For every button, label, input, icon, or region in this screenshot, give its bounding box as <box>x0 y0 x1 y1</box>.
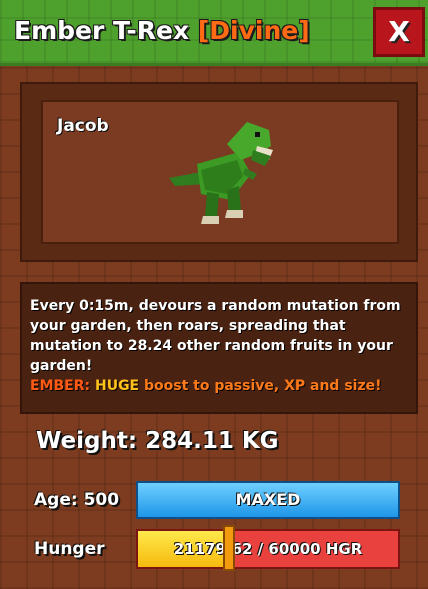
pet-viewport: Jacob <box>41 100 399 244</box>
hunger-label: Hunger <box>34 539 105 559</box>
mutation-name: EMBER: <box>30 378 91 394</box>
pet-title: Ember T-Rex [Divine] <box>14 16 310 45</box>
trex-model-image <box>169 122 273 224</box>
pet-species-name: Ember T-Rex <box>14 16 190 45</box>
age-progress-bar: MAXED <box>136 481 400 519</box>
close-button[interactable]: X <box>373 7 425 57</box>
pet-viewport-frame: Jacob <box>20 82 418 262</box>
mutation-bonus-line: EMBER: HUGE boost to passive, XP and siz… <box>30 376 408 396</box>
mutation-huge: HUGE <box>94 378 140 394</box>
mutation-effect: boost to passive, XP and size! <box>144 378 382 394</box>
description-box: Every 0:15m, devours a random mutation f… <box>20 282 418 414</box>
hunger-progress-bar: 21179.62 / 60000 HGR <box>136 529 400 569</box>
hunger-value-text: 21179.62 / 60000 HGR <box>173 540 363 558</box>
age-label: Age: 500 <box>34 490 120 510</box>
title-bar: Ember T-Rex [Divine] X <box>0 0 428 66</box>
hunger-marker <box>223 525 236 571</box>
ability-description: Every 0:15m, devours a random mutation f… <box>30 298 401 374</box>
rarity-label: [Divine] <box>197 16 310 45</box>
weight-label: Weight: 284.11 KG <box>36 428 279 454</box>
pet-nickname: Jacob <box>57 116 109 136</box>
